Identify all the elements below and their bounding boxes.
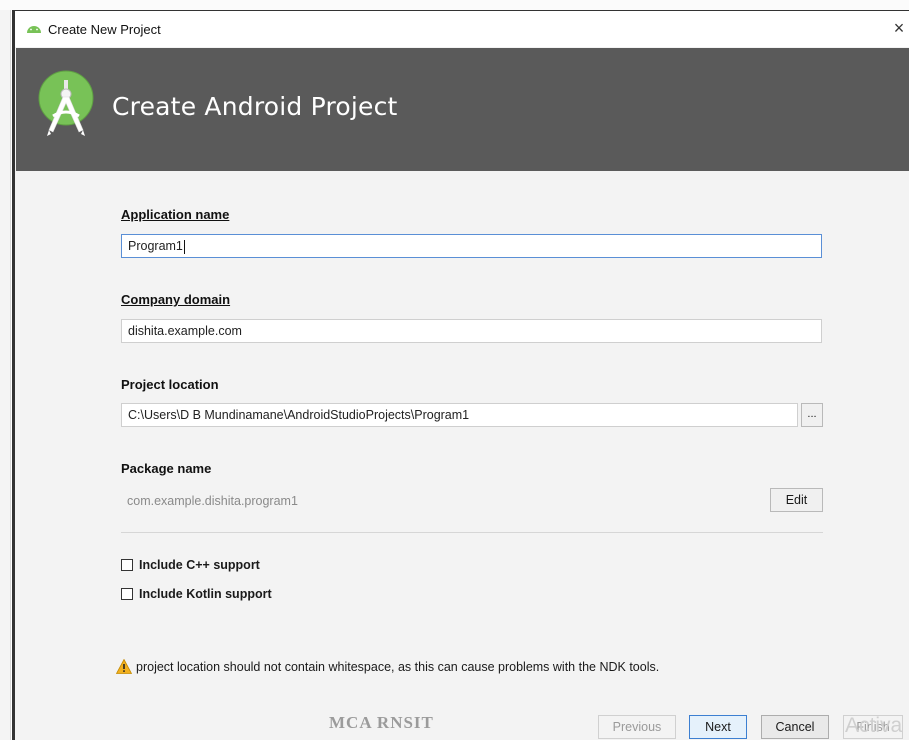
text-caret (183, 239, 185, 254)
activate-windows-watermark: Activa (845, 714, 903, 737)
close-icon[interactable]: × (889, 17, 909, 39)
project-location-label: Project location (121, 377, 219, 392)
cpp-support-label: Include C++ support (139, 558, 260, 572)
android-studio-logo-icon (38, 70, 94, 136)
warning-message: project location should not contain whit… (136, 660, 660, 674)
header-banner: Create Android Project (16, 48, 909, 171)
watermark-text: MCA RNSIT (329, 713, 434, 732)
application-name-input[interactable]: Program1 (121, 234, 822, 258)
cpp-support-checkbox[interactable] (121, 559, 133, 571)
package-name-value: com.example.dishita.program1 (127, 494, 298, 508)
section-divider (121, 532, 823, 533)
edit-package-button[interactable]: Edit (770, 488, 823, 512)
browse-button[interactable]: ... (801, 403, 823, 427)
company-domain-label: Company domain (121, 292, 231, 307)
ide-background-strip (0, 0, 909, 10)
dialog-titlebar: Create New Project × (15, 11, 909, 47)
android-icon (27, 26, 41, 33)
company-domain-input[interactable]: dishita.example.com (121, 319, 822, 343)
next-button[interactable]: Next (689, 715, 747, 739)
application-name-label: Application name (121, 207, 230, 222)
cancel-button[interactable]: Cancel (761, 715, 829, 739)
dialog-title: Create New Project (48, 22, 161, 37)
package-name-label: Package name (121, 461, 212, 476)
previous-button[interactable]: Previous (598, 715, 676, 739)
banner-title: Create Android Project (112, 92, 398, 121)
create-project-dialog: Create New Project × Create Android Proj… (12, 10, 909, 740)
warning-icon (116, 659, 132, 674)
ide-left-panel (0, 10, 11, 740)
project-location-input[interactable]: C:\Users\D B Mundinamane\AndroidStudioPr… (121, 403, 798, 427)
kotlin-support-checkbox[interactable] (121, 588, 133, 600)
kotlin-support-label: Include Kotlin support (139, 587, 272, 601)
